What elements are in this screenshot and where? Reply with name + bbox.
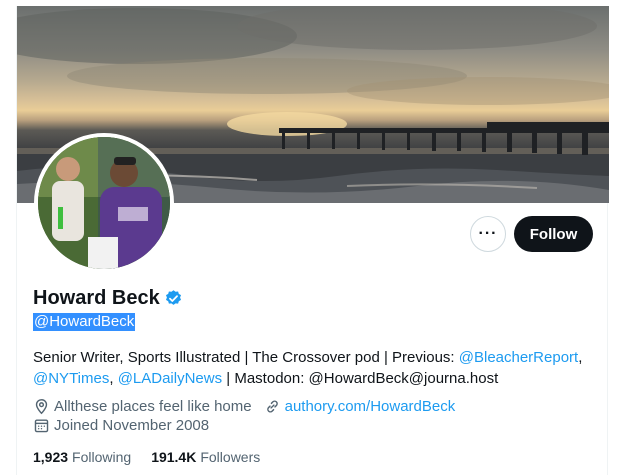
followers-label: Followers (200, 449, 261, 465)
location-item: Allthese places feel like home (33, 398, 252, 415)
bio-link-ladailynews[interactable]: @LADailyNews (118, 370, 222, 387)
bio-text-mastodon: | Mastodon: @HowardBeck@journa.host (222, 370, 499, 387)
bio-link-nytimes[interactable]: @NYTimes (33, 370, 109, 387)
verified-badge-icon (164, 289, 183, 308)
bio-link-bleacherreport[interactable]: @BleacherReport (459, 349, 578, 366)
more-icon: ··· (478, 225, 498, 242)
more-options-button[interactable]: ··· (470, 216, 506, 252)
bio-text: Senior Writer, Sports Illustrated | The … (33, 349, 459, 366)
profile-meta-row: Allthese places feel like home authory.c… (33, 398, 467, 415)
name-row: Howard Beck (33, 287, 183, 310)
website-item: authory.com/HowardBeck (264, 398, 456, 415)
user-handle[interactable]: @HowardBeck (33, 313, 136, 331)
location-pin-icon (35, 399, 48, 415)
profile-meta-row: Joined November 2008 (33, 417, 221, 434)
followers-count: 191.4K (151, 449, 197, 465)
calendar-icon (34, 419, 49, 433)
link-icon (266, 400, 278, 413)
following-link[interactable]: 1,923 Following (33, 449, 131, 465)
profile-avatar[interactable] (34, 133, 174, 273)
profile-bio: Senior Writer, Sports Illustrated | The … (33, 347, 593, 389)
followers-link[interactable]: 191.4K Followers (151, 449, 260, 465)
joined-item: Joined November 2008 (33, 417, 209, 434)
follow-button[interactable]: Follow (514, 216, 593, 252)
following-count: 1,923 (33, 449, 69, 465)
website-link[interactable]: authory.com/HowardBeck (285, 398, 456, 415)
profile-card: ··· Follow Howard Beck @HowardBeck Senio… (16, 6, 609, 475)
joined-text: Joined November 2008 (54, 417, 210, 434)
bio-separator: , (578, 349, 583, 366)
following-label: Following (72, 449, 132, 465)
display-name: Howard Beck (33, 287, 160, 309)
bio-separator: , (109, 370, 118, 387)
location-text: Allthese places feel like home (54, 398, 252, 415)
follow-stats: 1,923 Following 191.4K Followers (33, 449, 260, 465)
